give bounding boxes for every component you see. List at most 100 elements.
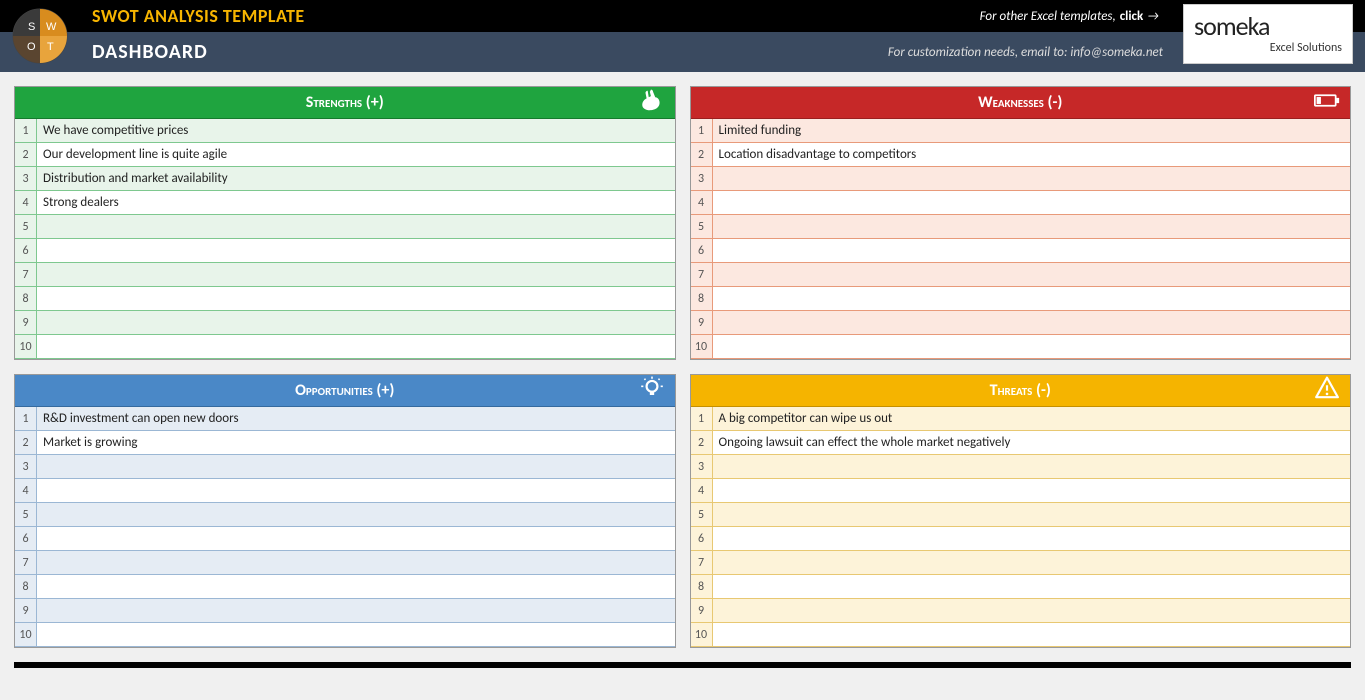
dashboard-title: DASHBOARD	[92, 40, 208, 64]
row-number: 5	[691, 215, 713, 238]
table-row[interactable]: 1Limited funding	[691, 119, 1351, 143]
header-sub-bar: DASHBOARD For customization needs, email…	[0, 32, 1365, 72]
row-text[interactable]	[713, 575, 1351, 598]
table-row[interactable]: 1A big competitor can wipe us out	[691, 407, 1351, 431]
row-text[interactable]	[37, 215, 675, 238]
row-text[interactable]	[713, 167, 1351, 190]
row-text[interactable]: Location disadvantage to competitors	[713, 143, 1351, 166]
row-text[interactable]	[713, 479, 1351, 502]
row-text[interactable]: A big competitor can wipe us out	[713, 407, 1351, 430]
table-row[interactable]: 2Location disadvantage to competitors	[691, 143, 1351, 167]
row-text[interactable]	[713, 527, 1351, 550]
row-text[interactable]: Limited funding	[713, 119, 1351, 142]
table-row[interactable]: 1R&D investment can open new doors	[15, 407, 675, 431]
row-text[interactable]	[713, 239, 1351, 262]
table-row[interactable]: 5	[15, 503, 675, 527]
row-text[interactable]	[713, 503, 1351, 526]
table-row[interactable]: 4Strong dealers	[15, 191, 675, 215]
table-row[interactable]: 4	[691, 191, 1351, 215]
row-text[interactable]	[37, 575, 675, 598]
row-text[interactable]	[713, 623, 1351, 646]
row-text[interactable]	[37, 503, 675, 526]
table-row[interactable]: 8	[691, 575, 1351, 599]
row-text[interactable]	[713, 551, 1351, 574]
table-row[interactable]: 5	[15, 215, 675, 239]
threats-header: Threats (-)	[691, 375, 1351, 407]
table-row[interactable]: 3	[15, 455, 675, 479]
table-row[interactable]: 7	[691, 551, 1351, 575]
table-row[interactable]: 10	[691, 623, 1351, 647]
header-top-bar: S W O T SWOT ANALYSIS TEMPLATE For other…	[0, 0, 1365, 32]
row-text[interactable]: R&D investment can open new doors	[37, 407, 675, 430]
table-row[interactable]: 5	[691, 503, 1351, 527]
table-row[interactable]: 2Ongoing lawsuit can effect the whole ma…	[691, 431, 1351, 455]
row-text[interactable]: Our development line is quite agile	[37, 143, 675, 166]
table-row[interactable]: 4	[15, 479, 675, 503]
row-number: 7	[15, 551, 37, 574]
row-text[interactable]	[713, 263, 1351, 286]
table-row[interactable]: 3Distribution and market availability	[15, 167, 675, 191]
opportunities-panel: Opportunities (+) 1R&D investment can op…	[14, 374, 676, 648]
threats-panel: Threats (-) 1A big competitor can wipe u…	[690, 374, 1352, 648]
row-number: 6	[691, 239, 713, 262]
row-text[interactable]: Market is growing	[37, 431, 675, 454]
weaknesses-header: Weaknesses (-)	[691, 87, 1351, 119]
row-text[interactable]: Distribution and market availability	[37, 167, 675, 190]
row-number: 9	[691, 311, 713, 334]
row-text[interactable]	[713, 215, 1351, 238]
row-number: 10	[15, 623, 37, 646]
table-row[interactable]: 6	[691, 527, 1351, 551]
table-row[interactable]: 7	[15, 263, 675, 287]
row-text[interactable]	[37, 623, 675, 646]
row-text[interactable]	[713, 191, 1351, 214]
table-row[interactable]: 5	[691, 215, 1351, 239]
row-number: 8	[15, 575, 37, 598]
row-text[interactable]	[37, 311, 675, 334]
row-text[interactable]	[37, 263, 675, 286]
row-number: 4	[15, 479, 37, 502]
warning-icon	[1314, 375, 1340, 406]
row-text[interactable]	[37, 527, 675, 550]
table-row[interactable]: 7	[15, 551, 675, 575]
row-text[interactable]	[713, 455, 1351, 478]
row-text[interactable]	[37, 551, 675, 574]
row-number: 7	[15, 263, 37, 286]
table-row[interactable]: 2Our development line is quite agile	[15, 143, 675, 167]
table-row[interactable]: 9	[691, 311, 1351, 335]
table-row[interactable]: 6	[15, 527, 675, 551]
someka-logo[interactable]: someka Excel Solutions	[1183, 4, 1353, 64]
table-row[interactable]: 3	[691, 455, 1351, 479]
row-text[interactable]	[37, 239, 675, 262]
row-text[interactable]: Strong dealers	[37, 191, 675, 214]
row-text[interactable]	[37, 335, 675, 358]
row-number: 9	[691, 599, 713, 622]
table-row[interactable]: 9	[15, 311, 675, 335]
table-row[interactable]: 3	[691, 167, 1351, 191]
row-text[interactable]	[713, 335, 1351, 358]
table-row[interactable]: 1We have competitive prices	[15, 119, 675, 143]
table-row[interactable]: 8	[15, 575, 675, 599]
table-row[interactable]: 6	[15, 239, 675, 263]
table-row[interactable]: 10	[15, 335, 675, 359]
table-row[interactable]: 8	[691, 287, 1351, 311]
row-text[interactable]	[37, 479, 675, 502]
row-text[interactable]: We have competitive prices	[37, 119, 675, 142]
row-number: 4	[691, 191, 713, 214]
row-text[interactable]	[37, 287, 675, 310]
table-row[interactable]: 8	[15, 287, 675, 311]
table-row[interactable]: 7	[691, 263, 1351, 287]
table-row[interactable]: 10	[15, 623, 675, 647]
table-row[interactable]: 9	[15, 599, 675, 623]
table-row[interactable]: 4	[691, 479, 1351, 503]
table-row[interactable]: 10	[691, 335, 1351, 359]
row-text[interactable]	[713, 311, 1351, 334]
table-row[interactable]: 6	[691, 239, 1351, 263]
row-text[interactable]	[37, 599, 675, 622]
row-text[interactable]: Ongoing lawsuit can effect the whole mar…	[713, 431, 1351, 454]
row-text[interactable]	[713, 287, 1351, 310]
row-text[interactable]	[713, 599, 1351, 622]
row-number: 6	[15, 239, 37, 262]
table-row[interactable]: 2Market is growing	[15, 431, 675, 455]
table-row[interactable]: 9	[691, 599, 1351, 623]
row-text[interactable]	[37, 455, 675, 478]
